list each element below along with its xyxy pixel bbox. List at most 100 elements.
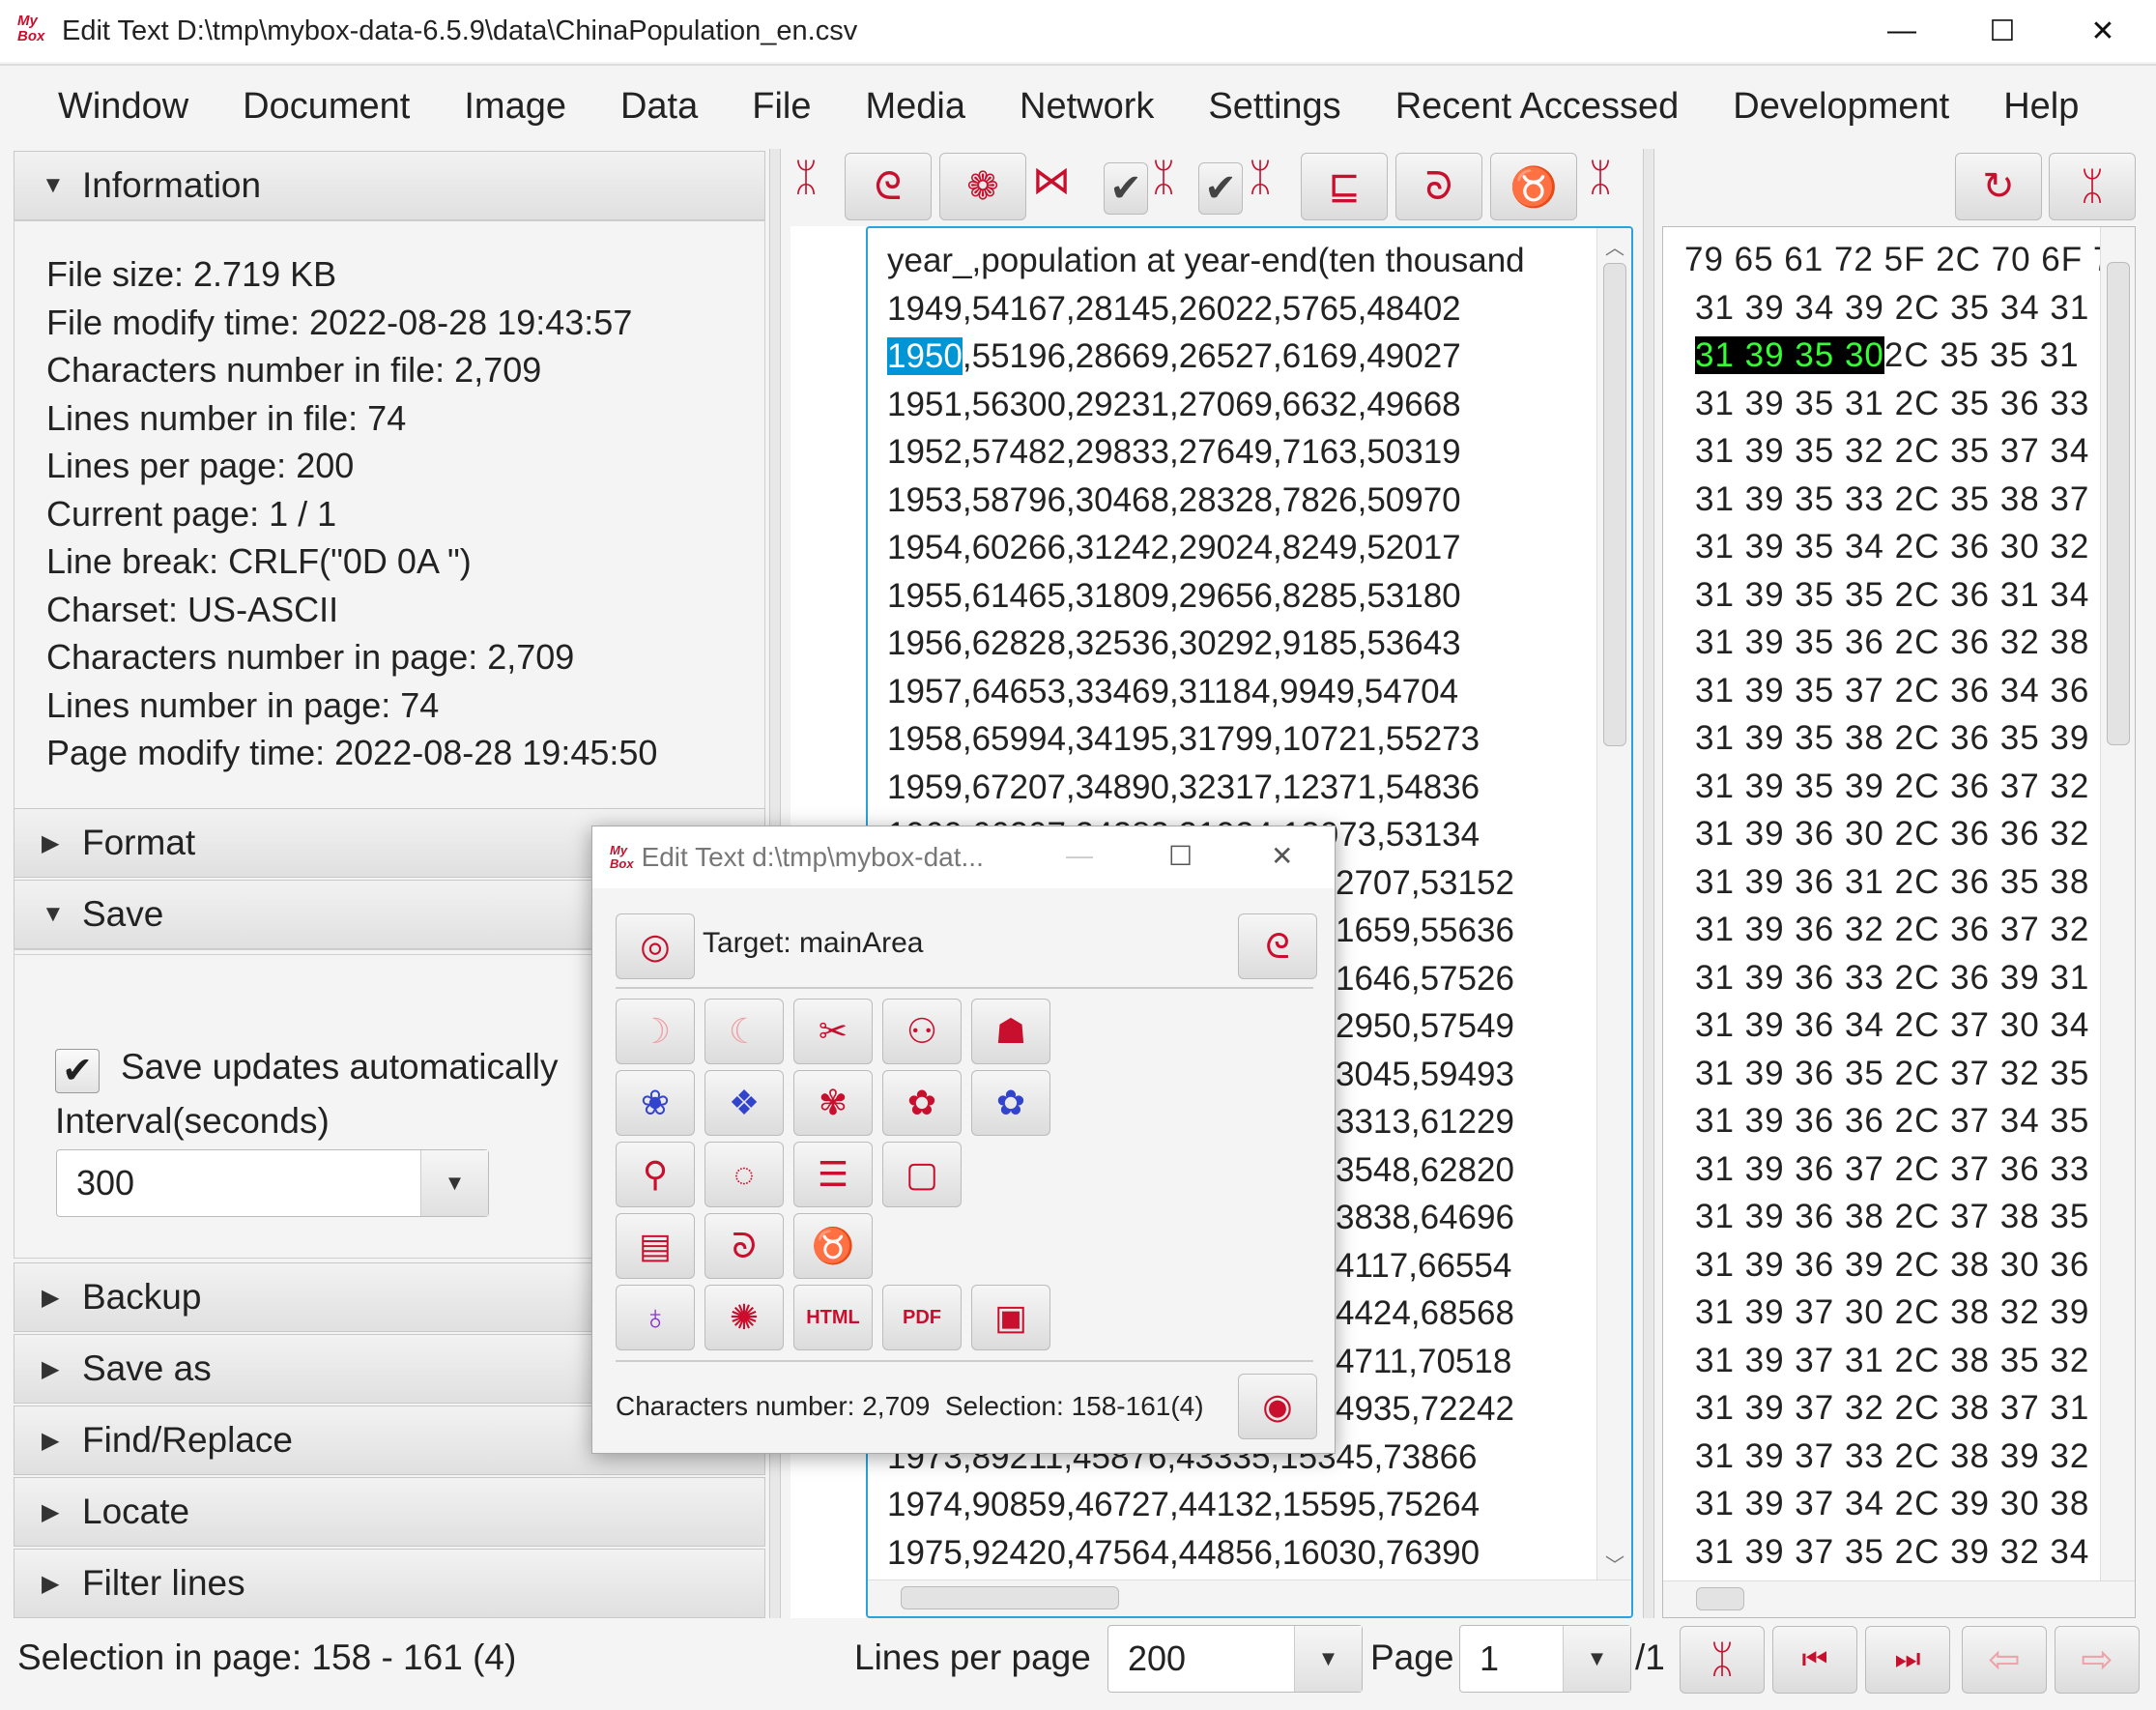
collapsed-arrow-icon: ▶ — [42, 829, 60, 856]
line-text: 1659,55636 — [1336, 912, 1514, 949]
hex-options-button[interactable]: ᛯ — [2049, 153, 2136, 220]
hex-scroll-thumb[interactable] — [2107, 262, 2130, 745]
go-page-button[interactable]: ᛯ — [1680, 1626, 1765, 1694]
splitter[interactable] — [1643, 149, 1654, 1618]
page-select[interactable]: 1 ▼ — [1459, 1625, 1631, 1693]
line-break-button[interactable]: ⊑ — [1301, 153, 1388, 220]
popup-close-button[interactable]: ✕ — [1271, 840, 1293, 872]
target-button[interactable]: ◎ — [616, 913, 695, 979]
text-line: 1975,92420,47564,44856,16030,76390 — [887, 1534, 1480, 1573]
previous-page-button[interactable]: ⇦ — [1962, 1626, 2047, 1694]
interval-select[interactable]: 300 ▼ — [56, 1149, 489, 1217]
close-button[interactable]: ✕ — [2055, 0, 2151, 62]
vertical-scrollbar[interactable]: ︿ ﹀ — [1596, 228, 1631, 1581]
auto-save-checkbox[interactable]: ✔ — [55, 1049, 100, 1093]
bird-icon: ᛯ — [1589, 157, 1612, 199]
window-title: Edit Text D:\tmp\mybox-data-6.5.9\data\C… — [62, 14, 858, 46]
line-text: 1959,67207,34890,32317,12371,54836 — [887, 768, 1480, 806]
menu-development[interactable]: Development — [1733, 86, 1949, 128]
select-all-button[interactable]: ☰ — [793, 1142, 873, 1207]
menu-image[interactable]: Image — [464, 86, 566, 128]
flower-button[interactable]: ✺ — [704, 1285, 784, 1350]
snap-3-button[interactable]: ✾ — [793, 1070, 873, 1136]
minimize-button[interactable]: — — [1854, 0, 1950, 62]
hex-area[interactable]: 79 65 61 72 5F 2C 70 6F 7 31 39 34 39 2C … — [1662, 226, 2136, 1618]
snap-2-button[interactable]: ❖ — [704, 1070, 784, 1136]
hex-vertical-scrollbar[interactable] — [2100, 227, 2135, 1580]
lines-per-page-select[interactable]: 200 ▼ — [1107, 1625, 1363, 1693]
spiral-button[interactable]: ᘐ — [1395, 153, 1482, 220]
undo-button[interactable]: ☽ — [616, 999, 695, 1064]
line-text: 4117,66554 — [1336, 1246, 1512, 1285]
menu-data[interactable]: Data — [620, 86, 698, 128]
find-replace-label: Find/Replace — [82, 1420, 294, 1460]
text-line: 1646,57526 — [1336, 960, 1514, 999]
menu-document[interactable]: Document — [243, 86, 410, 128]
cut-button[interactable]: ✂ — [793, 999, 873, 1064]
snapshot-icon: ▣ — [993, 1297, 1027, 1337]
hex-text: 31 39 37 30 2C 38 32 39 — [1695, 1293, 2090, 1331]
check-toggle-2[interactable]: ✔ — [1198, 162, 1243, 215]
last-page-button[interactable]: ⏭ — [1865, 1626, 1950, 1694]
list-button[interactable]: ▤ — [616, 1213, 695, 1279]
menu-media[interactable]: Media — [866, 86, 966, 128]
refresh-button[interactable]: ◌ — [704, 1142, 784, 1207]
pdf-button[interactable]: PDF — [882, 1285, 962, 1350]
h-scroll-thumb[interactable] — [901, 1586, 1119, 1609]
hex-text: 31 39 37 33 2C 38 39 32 — [1695, 1436, 2090, 1475]
snap-1-button[interactable]: ❀ — [616, 1070, 695, 1136]
snapshot-button[interactable]: ▣ — [971, 1285, 1050, 1350]
maximize-button[interactable]: ☐ — [1954, 0, 2051, 62]
first-page-button[interactable]: ⏮ — [1772, 1626, 1857, 1694]
filter-lines-header[interactable]: ▶ Filter lines — [14, 1549, 765, 1618]
scroll-up-icon[interactable]: ︿ — [1605, 232, 1624, 260]
info-lines-page: Lines number in page: 74 — [46, 685, 440, 725]
menu-window[interactable]: Window — [58, 86, 188, 128]
line-text: 3045,59493 — [1336, 1055, 1514, 1093]
popup-spiral-button[interactable]: ◉ — [1238, 1374, 1317, 1439]
html-button[interactable]: HTML — [793, 1285, 873, 1350]
menu-network[interactable]: Network — [1020, 86, 1154, 128]
line-text: 2707,53152 — [1336, 863, 1514, 902]
hex-h-scroll-thumb[interactable] — [1696, 1587, 1744, 1610]
hex-refresh-button[interactable]: ↻ — [1955, 153, 2042, 220]
horizontal-scrollbar[interactable] — [868, 1580, 1631, 1616]
swirl-button[interactable]: ᘐ — [704, 1213, 784, 1279]
gourd-button[interactable]: ♉ — [1490, 153, 1577, 220]
text-line: 4935,72242 — [1336, 1390, 1514, 1429]
menu-file[interactable]: File — [752, 86, 811, 128]
bird-icon: ᛯ — [794, 157, 818, 199]
text-line: 1659,55636 — [1336, 912, 1514, 950]
gourd-button[interactable]: ♉ — [793, 1213, 873, 1279]
hex-text: 31 39 36 36 2C 37 34 35 — [1695, 1102, 2090, 1140]
select-none-icon: ▢ — [905, 1154, 938, 1194]
hex-text: 31 39 37 31 2C 38 35 32 — [1695, 1341, 2090, 1379]
palette-button[interactable]: ♁ — [616, 1285, 695, 1350]
hex-text: 31 39 36 32 2C 36 37 32 — [1695, 911, 2090, 948]
scroll-down-icon[interactable]: ﹀ — [1605, 1550, 1624, 1578]
menu-recent[interactable]: Recent Accessed — [1395, 86, 1680, 128]
popup-menu-button[interactable]: ᘓ — [1238, 913, 1317, 979]
copy-button[interactable]: ⚇ — [882, 999, 962, 1064]
line-text: year_,population at year-end(ten thousan… — [887, 242, 1525, 279]
popup-minimize-button[interactable]: — — [1066, 840, 1093, 871]
lotus-button[interactable]: ❁ — [939, 153, 1026, 220]
select-none-button[interactable]: ▢ — [882, 1142, 962, 1207]
hex-horizontal-scrollbar[interactable] — [1663, 1580, 2135, 1617]
popup-maximize-button[interactable]: ☐ — [1168, 840, 1193, 872]
redo-button[interactable]: ☾ — [704, 999, 784, 1064]
swirl-button[interactable]: ᘓ — [845, 153, 932, 220]
check-toggle-1[interactable]: ✔ — [1104, 162, 1148, 215]
paste-button[interactable]: ☗ — [971, 999, 1050, 1064]
snap-4-button[interactable]: ✿ — [882, 1070, 962, 1136]
hex-text: 31 39 35 35 2C 36 31 34 — [1695, 575, 2090, 614]
scroll-thumb[interactable] — [1603, 263, 1626, 746]
text-line: 1957,64653,33469,31184,9949,54704 — [887, 673, 1458, 711]
menu-help[interactable]: Help — [2003, 86, 2079, 128]
find-button[interactable]: ⚲ — [616, 1142, 695, 1207]
locate-header[interactable]: ▶ Locate — [14, 1477, 765, 1547]
next-page-button[interactable]: ⇨ — [2055, 1626, 2140, 1694]
snap-5-button[interactable]: ✿ — [971, 1070, 1050, 1136]
information-header[interactable]: ▼ Information — [14, 151, 765, 220]
menu-settings[interactable]: Settings — [1208, 86, 1340, 128]
